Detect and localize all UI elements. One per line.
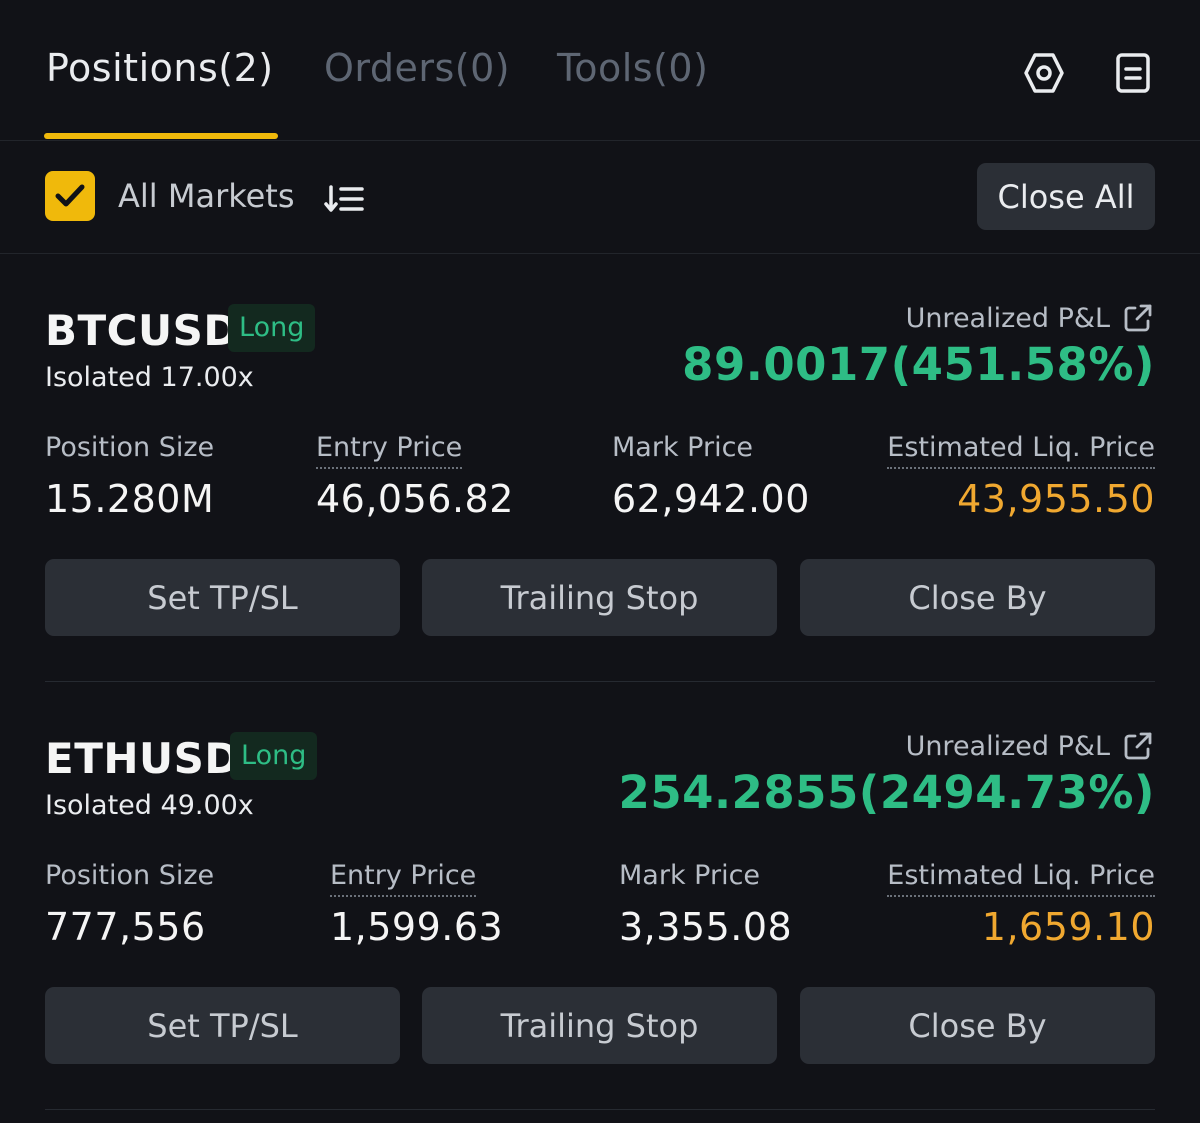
report-document-icon — [1116, 53, 1150, 93]
tab-tools[interactable]: Tools(0) — [557, 46, 708, 90]
entry-price-label[interactable]: Entry Price — [330, 860, 477, 897]
mark-price-label: Mark Price — [619, 860, 761, 891]
entry-price-value: 1,599.63 — [330, 905, 504, 949]
close-by-button[interactable]: Close By — [800, 987, 1155, 1064]
mark-price-label: Mark Price — [612, 432, 754, 463]
all-markets-label[interactable]: All Markets — [118, 177, 295, 215]
margin-mode[interactable]: Isolated 49.00x — [45, 790, 254, 821]
active-tab-indicator — [44, 133, 278, 139]
set-tpsl-button[interactable]: Set TP/SL — [45, 559, 400, 636]
settings-hexagon-icon — [1024, 53, 1064, 93]
unrealized-pnl-label: Unrealized P&L — [905, 303, 1110, 334]
entry-price-label[interactable]: Entry Price — [316, 432, 463, 469]
report-button[interactable] — [1110, 50, 1156, 96]
unrealized-pnl-value: 254.2855(2494.73%) — [618, 766, 1155, 819]
margin-mode[interactable]: Isolated 17.00x — [45, 362, 254, 393]
tab-bar: Positions(2) Orders(0) Tools(0) — [0, 0, 1200, 141]
sort-button[interactable] — [322, 179, 368, 219]
liq-price-value: 1,659.10 — [981, 905, 1155, 949]
tab-orders[interactable]: Orders(0) — [324, 46, 510, 90]
mark-price-value: 62,942.00 — [612, 477, 810, 521]
positions-panel: Positions(2) Orders(0) Tools(0) All Mark… — [0, 0, 1200, 1123]
position-size-value: 15.280M — [45, 477, 215, 521]
liq-price-label[interactable]: Estimated Liq. Price — [887, 860, 1155, 897]
liq-price-value: 43,955.50 — [957, 477, 1155, 521]
mark-price-value: 3,355.08 — [619, 905, 793, 949]
close-by-button[interactable]: Close By — [800, 559, 1155, 636]
check-icon — [55, 184, 85, 207]
share-external-icon[interactable] — [1122, 302, 1154, 334]
tab-positions[interactable]: Positions(2) — [46, 46, 274, 90]
position-card-btcusd: BTCUSD Long Isolated 17.00x Unrealized P… — [0, 254, 1200, 682]
side-badge: Long — [230, 732, 318, 780]
position-symbol[interactable]: BTCUSD — [45, 306, 239, 355]
position-size-label: Position Size — [45, 860, 215, 891]
entry-price-value: 46,056.82 — [316, 477, 514, 521]
all-markets-checkbox[interactable] — [45, 171, 95, 221]
unrealized-pnl-value: 89.0017(451.58%) — [682, 338, 1155, 391]
position-symbol[interactable]: ETHUSD — [45, 734, 240, 783]
position-card-ethusd: ETHUSD Long Isolated 49.00x Unrealized P… — [0, 682, 1200, 1110]
filter-bar: All Markets Close All — [0, 141, 1200, 254]
settings-button[interactable] — [1021, 50, 1067, 96]
trailing-stop-button[interactable]: Trailing Stop — [422, 559, 777, 636]
side-badge: Long — [228, 304, 316, 352]
position-size-label: Position Size — [45, 432, 215, 463]
unrealized-pnl-label: Unrealized P&L — [905, 731, 1110, 762]
trailing-stop-button[interactable]: Trailing Stop — [422, 987, 777, 1064]
position-size-value: 777,556 — [45, 905, 206, 949]
share-external-icon[interactable] — [1122, 730, 1154, 762]
sort-list-icon — [324, 185, 364, 212]
set-tpsl-button[interactable]: Set TP/SL — [45, 987, 400, 1064]
card-divider — [45, 1109, 1155, 1110]
close-all-button[interactable]: Close All — [977, 163, 1155, 230]
liq-price-label[interactable]: Estimated Liq. Price — [887, 432, 1155, 469]
